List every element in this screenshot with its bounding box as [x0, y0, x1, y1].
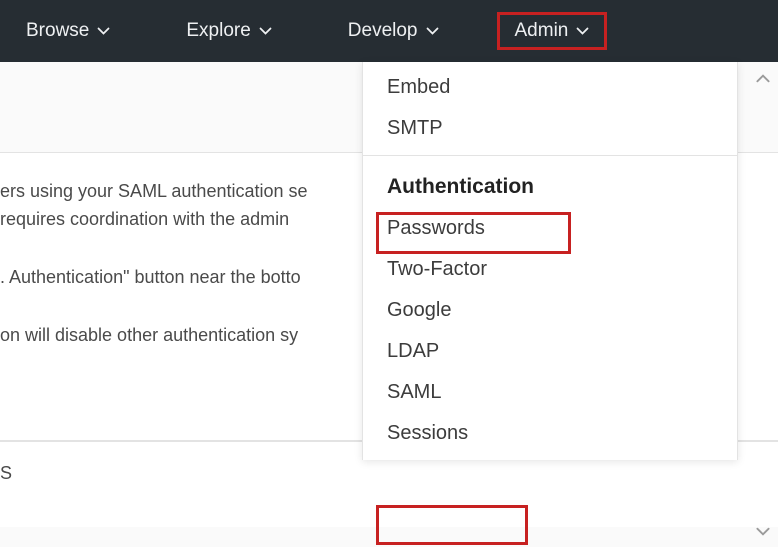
nav-admin[interactable]: Admin — [497, 12, 608, 50]
chevron-down-icon — [576, 27, 589, 35]
nav-explore-label: Explore — [186, 20, 250, 42]
dropdown-item-smtp[interactable]: SMTP — [363, 108, 737, 149]
dropdown-item-passwords[interactable]: Passwords — [363, 208, 737, 249]
scroll-down-arrow[interactable] — [752, 521, 774, 541]
chevron-down-icon — [259, 27, 272, 35]
dropdown-item-google[interactable]: Google — [363, 290, 737, 331]
dropdown-header-authentication: Authentication — [363, 162, 737, 208]
content-area: ers using your SAML authentication se re… — [0, 62, 778, 547]
dropdown-item-sessions[interactable]: Sessions — [363, 413, 737, 454]
nav-browse[interactable]: Browse — [8, 12, 128, 50]
dropdown-item-two-factor[interactable]: Two-Factor — [363, 249, 737, 290]
top-navbar: Browse Explore Develop Admin — [0, 0, 778, 62]
nav-develop-label: Develop — [348, 20, 418, 42]
nav-develop[interactable]: Develop — [330, 12, 457, 50]
nav-explore[interactable]: Explore — [168, 12, 289, 50]
nav-admin-label: Admin — [515, 20, 569, 42]
nav-browse-label: Browse — [26, 20, 89, 42]
chevron-down-icon — [426, 27, 439, 35]
chevron-down-icon — [97, 27, 110, 35]
dropdown-item-saml[interactable]: SAML — [363, 372, 737, 413]
scroll-up-arrow[interactable] — [752, 68, 774, 88]
dropdown-item-ldap[interactable]: LDAP — [363, 331, 737, 372]
admin-dropdown: Embed SMTP Authentication Passwords Two-… — [362, 62, 738, 460]
dropdown-item-embed[interactable]: Embed — [363, 67, 737, 108]
bg-paragraph-line: S — [0, 460, 778, 488]
dropdown-item-truncated[interactable] — [363, 58, 737, 67]
